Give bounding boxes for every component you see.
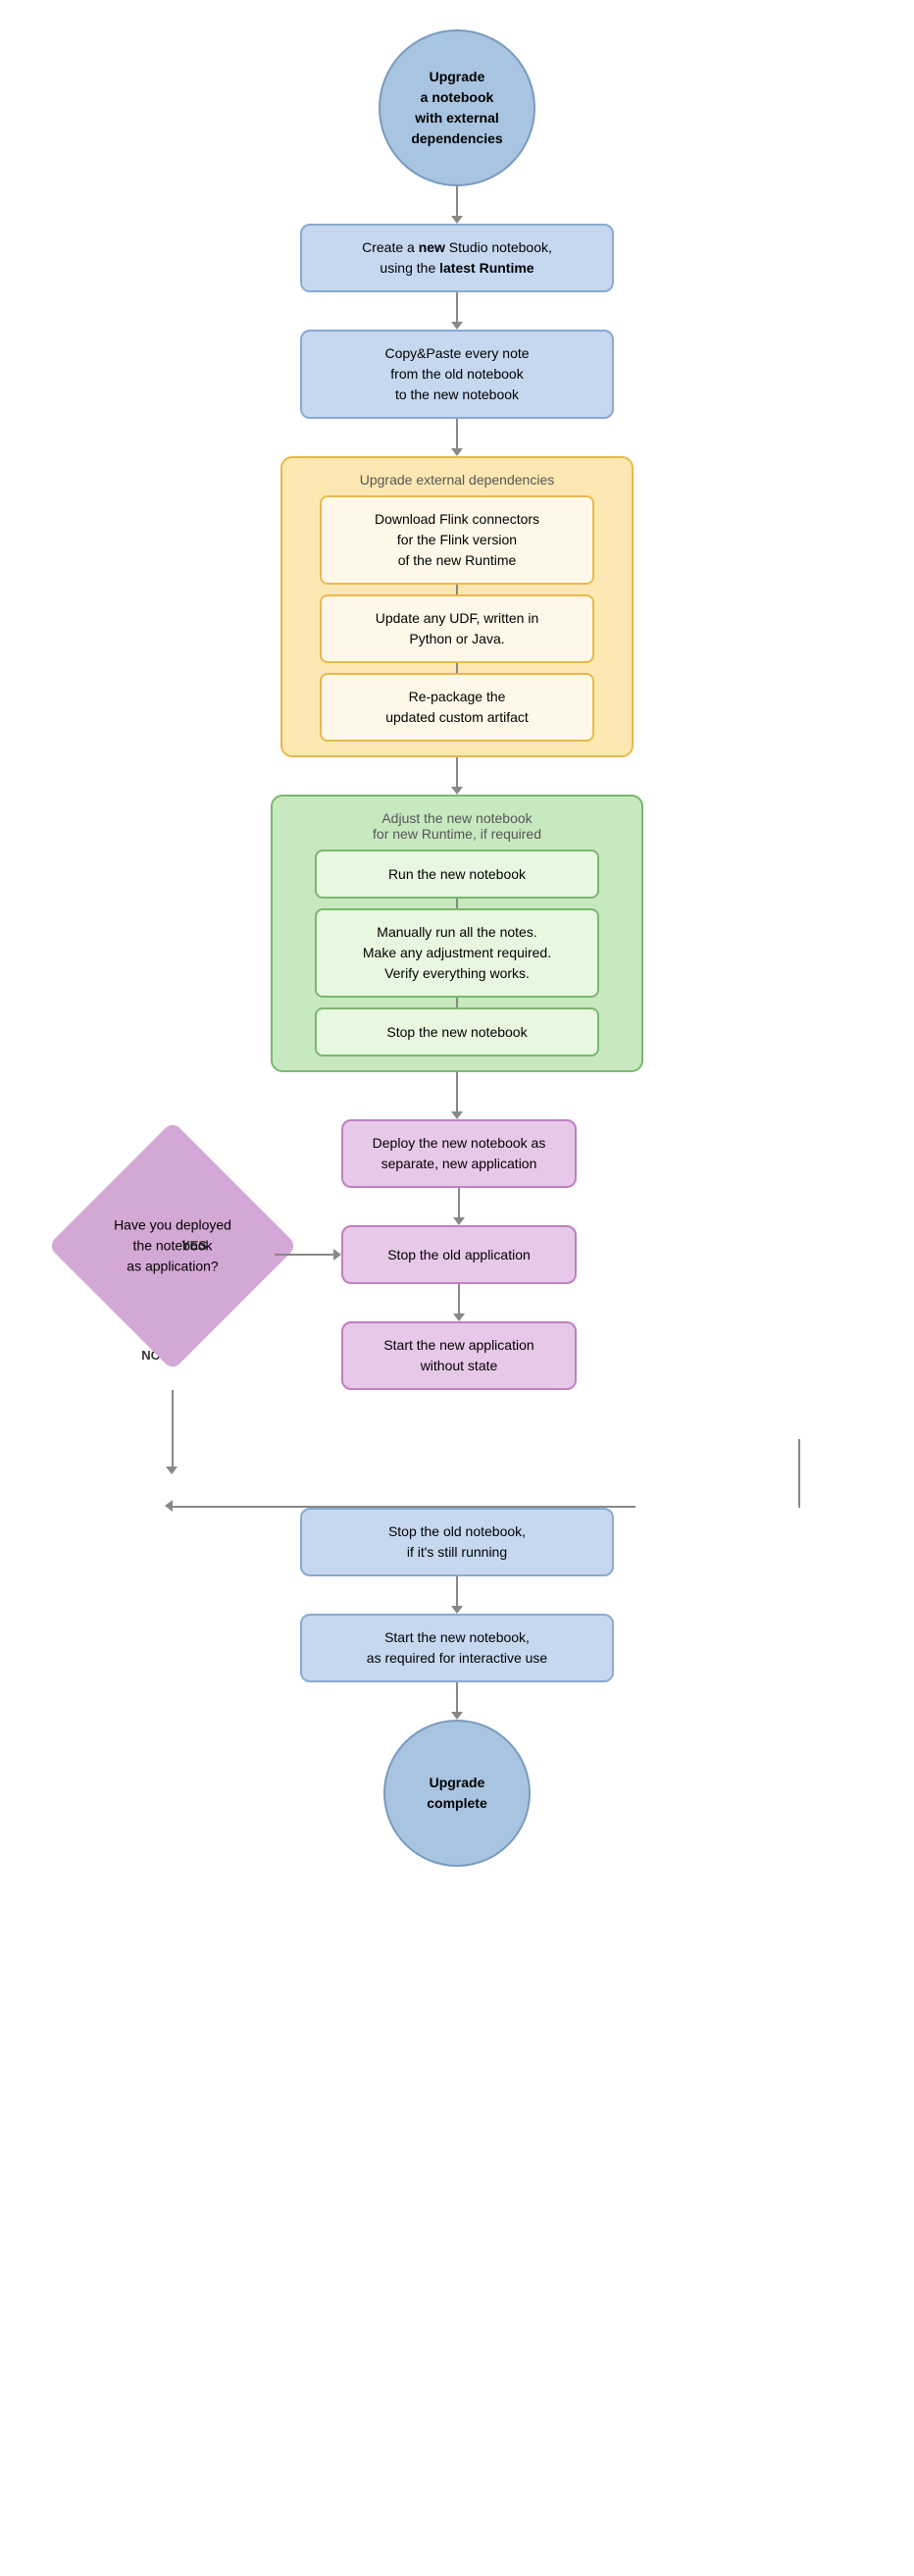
no-vert-line <box>172 1390 174 1468</box>
connector-2 <box>456 292 458 322</box>
right3-node: Start the new applicationwithout state <box>341 1321 577 1390</box>
diamond-wrapper: Have you deployedthe notebookas applicat… <box>75 1148 271 1344</box>
end-label: Upgradecomplete <box>427 1773 486 1814</box>
step2-node: Copy&Paste every notefrom the old notebo… <box>300 330 614 419</box>
green1-node: Run the new notebook <box>315 850 599 899</box>
orange3-label: Re-package theupdated custom artifact <box>385 687 529 728</box>
green3-label: Stop the new notebook <box>386 1022 527 1043</box>
orange1-node: Download Flink connectorsfor the Flink v… <box>320 495 594 585</box>
green2-label: Manually run all the notes.Make any adju… <box>363 922 551 984</box>
no-arrow <box>166 1467 178 1474</box>
orange-inner-c2 <box>456 663 458 673</box>
green-inner-c2 <box>456 998 458 1007</box>
horiz-left-arrow <box>165 1500 173 1512</box>
step1-label: Create a new Studio notebook,using the l… <box>362 237 552 279</box>
yes-branch: Deploy the new notebook asseparate, new … <box>341 1119 577 1390</box>
right1-label: Deploy the new notebook asseparate, new … <box>373 1133 546 1174</box>
green2-node: Manually run all the notes.Make any adju… <box>315 908 599 998</box>
connector-6 <box>456 1576 458 1606</box>
flowchart: Upgradea notebookwith externaldependenci… <box>0 0 914 2576</box>
green-group-label: Adjust the new notebookfor new Runtime, … <box>373 810 541 842</box>
right2-node: Stop the old application <box>341 1225 577 1284</box>
connector-1 <box>456 186 458 216</box>
green1-label: Run the new notebook <box>388 864 526 885</box>
connector-7 <box>456 1682 458 1712</box>
green3-node: Stop the new notebook <box>315 1007 599 1056</box>
step1-node: Create a new Studio notebook,using the l… <box>300 224 614 292</box>
orange-group: Upgrade external dependencies Download F… <box>280 456 634 757</box>
right1-node: Deploy the new notebook asseparate, new … <box>341 1119 577 1188</box>
end-node: Upgradecomplete <box>383 1720 531 1867</box>
orange2-label: Update any UDF, written inPython or Java… <box>376 608 539 649</box>
yes-connector <box>275 1254 333 1256</box>
right-c1 <box>458 1188 460 1217</box>
left-branch: Have you deployedthe notebookas applicat… <box>75 1148 271 1363</box>
step2-label: Copy&Paste every notefrom the old notebo… <box>384 343 529 405</box>
orange-inner-c1 <box>456 585 458 594</box>
stop-old-node: Stop the old notebook,if it's still runn… <box>300 1508 614 1576</box>
start-new-label: Start the new notebook,as required for i… <box>367 1627 547 1669</box>
orange1-label: Download Flink connectorsfor the Flink v… <box>375 509 539 571</box>
connector-3 <box>456 419 458 448</box>
right3-label: Start the new applicationwithout state <box>383 1335 533 1376</box>
orange-group-label: Upgrade external dependencies <box>360 472 554 488</box>
stop-old-label: Stop the old notebook,if it's still runn… <box>388 1521 526 1563</box>
yes-down-line <box>798 1439 800 1508</box>
green-inner-c1 <box>456 899 458 908</box>
start-node: Upgradea notebookwith externaldependenci… <box>379 29 535 186</box>
orange2-node: Update any UDF, written inPython or Java… <box>320 594 594 663</box>
start-new-node: Start the new notebook,as required for i… <box>300 1614 614 1682</box>
merge-area <box>16 1390 898 1508</box>
right2-label: Stop the old application <box>387 1245 531 1265</box>
start-label: Upgradea notebookwith externaldependenci… <box>411 67 502 149</box>
orange3-node: Re-package theupdated custom artifact <box>320 673 594 742</box>
connector-5 <box>456 1072 458 1111</box>
diamond-label: Have you deployedthe notebookas applicat… <box>94 1214 251 1276</box>
green-group: Adjust the new notebookfor new Runtime, … <box>271 795 643 1072</box>
diamond-row: Have you deployedthe notebookas applicat… <box>16 1119 898 1390</box>
yes-horiz-line <box>173 1506 635 1508</box>
right-c2 <box>458 1284 460 1314</box>
connector-4 <box>456 757 458 787</box>
